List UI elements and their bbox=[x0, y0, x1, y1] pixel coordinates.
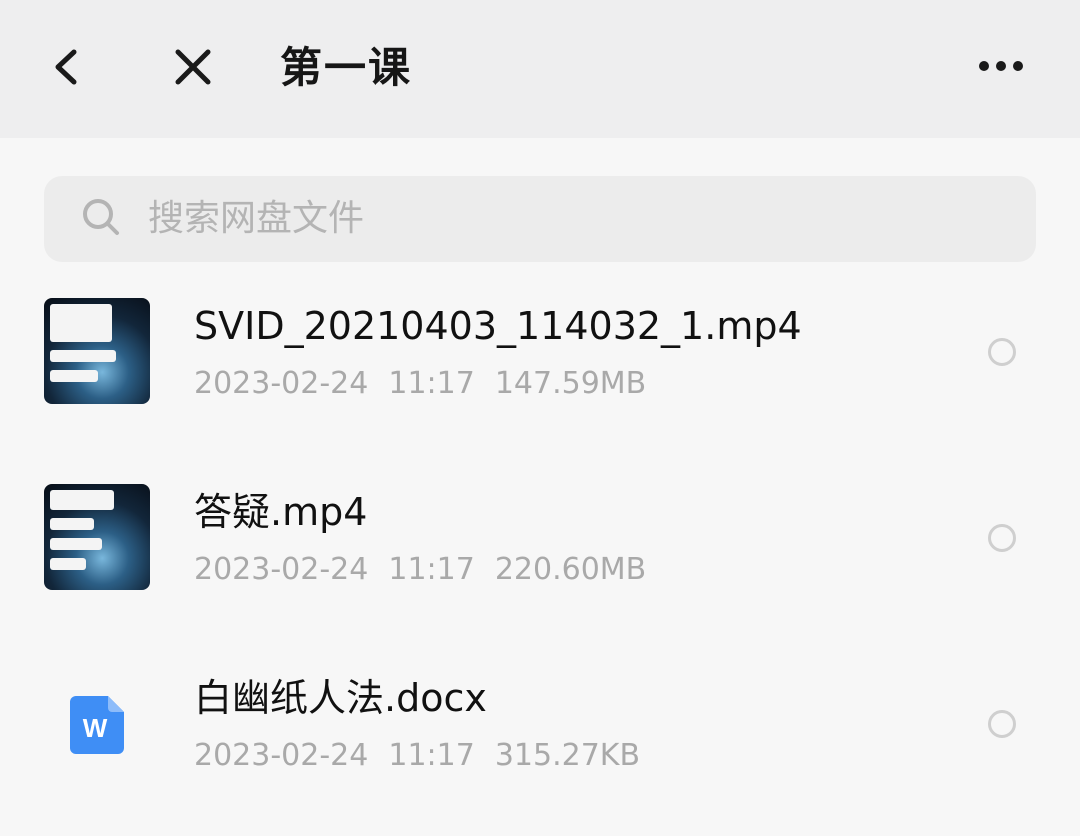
word-doc-icon: W bbox=[70, 696, 124, 754]
select-radio[interactable] bbox=[988, 338, 1016, 366]
file-time: 11:17 bbox=[388, 738, 475, 773]
file-name: 答疑.mp4 bbox=[194, 490, 368, 534]
top-bar: 第一课 bbox=[0, 0, 1080, 138]
file-time: 11:17 bbox=[388, 366, 475, 401]
select-radio[interactable] bbox=[988, 524, 1016, 552]
file-row[interactable]: SVID_20210403_114032_1.mp4 2023-02-24 11:… bbox=[0, 258, 1080, 444]
file-time: 11:17 bbox=[388, 552, 475, 587]
more-options-button[interactable] bbox=[970, 44, 1034, 88]
file-size: 315.27KB bbox=[494, 738, 641, 773]
file-size: 220.60MB bbox=[494, 552, 647, 587]
search-icon bbox=[83, 199, 119, 235]
file-meta: 2023-02-24 11:17 315.27KB bbox=[194, 736, 660, 776]
file-date: 2023-02-24 bbox=[194, 366, 369, 401]
file-date: 2023-02-24 bbox=[194, 552, 369, 587]
close-icon bbox=[175, 49, 211, 85]
chat-screenshot-thumbnail bbox=[50, 490, 120, 584]
search-input[interactable] bbox=[148, 190, 968, 246]
file-meta: 2023-02-24 11:17 147.59MB bbox=[194, 364, 666, 404]
video-thumbnail bbox=[44, 484, 150, 590]
file-date: 2023-02-24 bbox=[194, 738, 369, 773]
file-row[interactable]: W 白幽纸人法.docx 2023-02-24 11:17 315.27KB bbox=[0, 630, 1080, 816]
page-title: 第一课 bbox=[280, 43, 413, 92]
file-name: 白幽纸人法.docx bbox=[194, 676, 487, 720]
svg-text:W: W bbox=[83, 713, 108, 743]
file-name: SVID_20210403_114032_1.mp4 bbox=[194, 304, 802, 348]
select-radio[interactable] bbox=[988, 710, 1016, 738]
back-button[interactable] bbox=[40, 40, 90, 94]
file-size: 147.59MB bbox=[494, 366, 647, 401]
file-row[interactable]: 答疑.mp4 2023-02-24 11:17 220.60MB bbox=[0, 444, 1080, 630]
video-thumbnail bbox=[44, 298, 150, 404]
file-meta: 2023-02-24 11:17 220.60MB bbox=[194, 550, 666, 590]
more-horizontal-icon bbox=[979, 61, 1023, 71]
chat-screenshot-thumbnail bbox=[50, 304, 120, 398]
close-button[interactable] bbox=[168, 40, 218, 94]
chevron-left-icon bbox=[55, 49, 77, 85]
